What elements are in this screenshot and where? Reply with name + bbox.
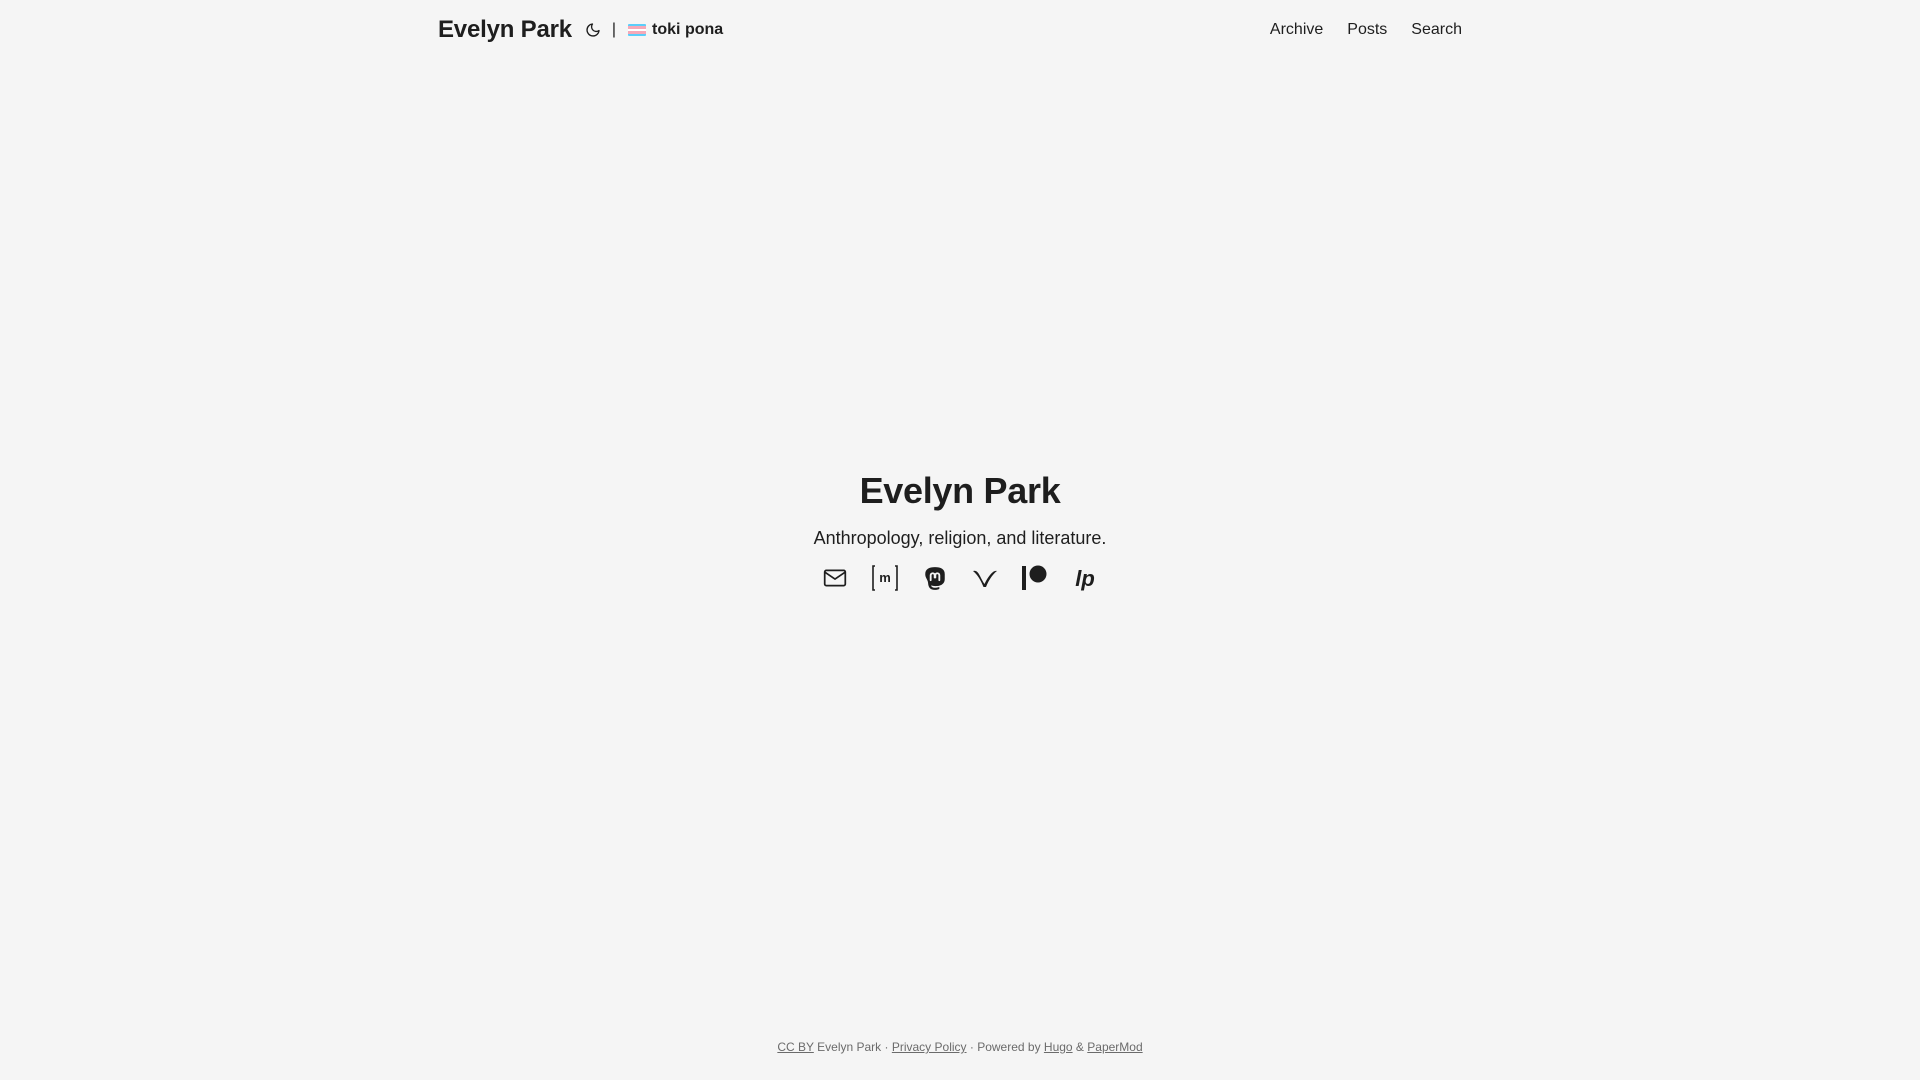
social-icons: m lp xyxy=(0,564,1920,592)
language-switch[interactable]: toki pona xyxy=(628,21,723,39)
hero-title: Evelyn Park xyxy=(859,470,1061,511)
nav-search[interactable]: Search xyxy=(1411,21,1462,39)
hugo-link[interactable]: Hugo xyxy=(1044,1040,1073,1054)
transgender-flag-icon xyxy=(628,24,647,36)
site-footer: CC BY Evelyn Park · Privacy Policy · Pow… xyxy=(0,1040,1920,1054)
header-left: Evelyn Park | toki pona xyxy=(438,16,723,44)
nav-posts[interactable]: Posts xyxy=(1347,21,1387,39)
privacy-policy-link[interactable]: Privacy Policy xyxy=(892,1040,967,1054)
liberapay-icon[interactable]: lp xyxy=(1071,564,1099,592)
footer-owner: Evelyn Park · xyxy=(813,1040,892,1054)
home-hero: Evelyn Park Anthropology, religion, and … xyxy=(0,466,1920,592)
site-header: Evelyn Park | toki pona Archive Posts Se… xyxy=(438,0,1462,60)
site-logo[interactable]: Evelyn Park xyxy=(438,16,572,44)
email-icon[interactable] xyxy=(821,564,849,592)
hero-subtitle: Anthropology, religion, and literature. xyxy=(813,528,1107,548)
footer-powered-by: · Powered by xyxy=(966,1040,1044,1054)
matrix-icon[interactable]: m xyxy=(871,564,899,592)
svg-text:m: m xyxy=(879,570,891,585)
papermod-link[interactable]: PaperMod xyxy=(1087,1040,1142,1054)
license-link[interactable]: CC BY xyxy=(777,1040,813,1054)
header-separator: | xyxy=(611,21,617,38)
nav-archive[interactable]: Archive xyxy=(1270,21,1323,39)
moon-icon[interactable] xyxy=(582,19,604,41)
svg-text:lp: lp xyxy=(1075,566,1095,591)
language-label: toki pona xyxy=(652,21,724,38)
main-nav: Archive Posts Search xyxy=(1246,21,1462,39)
mastodon-icon[interactable] xyxy=(921,564,949,592)
patreon-icon[interactable] xyxy=(1021,564,1049,592)
vimeo-icon[interactable] xyxy=(971,564,999,592)
footer-ampersand: & xyxy=(1072,1040,1088,1054)
